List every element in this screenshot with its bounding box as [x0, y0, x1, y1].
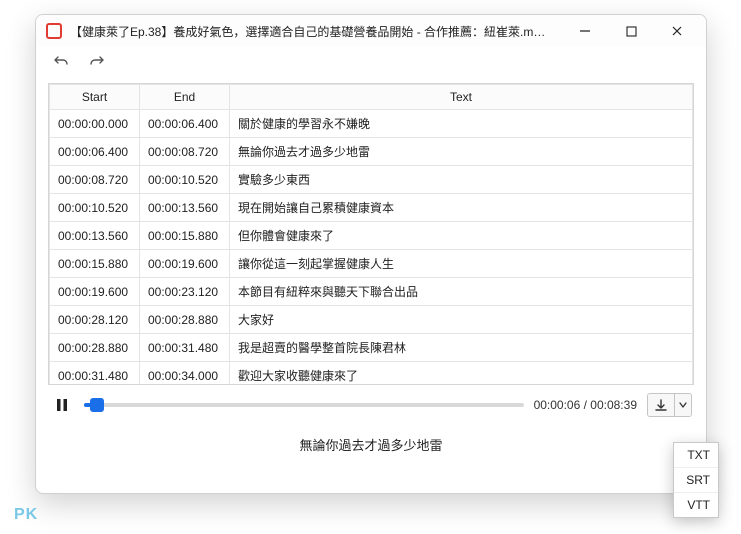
- export-button-group: [647, 393, 692, 417]
- transcript-table: Start End Text 00:00:00.00000:00:06.400關…: [49, 84, 693, 384]
- pause-icon: [56, 398, 68, 412]
- table-header-row: Start End Text: [50, 85, 693, 110]
- cell-text[interactable]: 我是超賣的醫學整首院長陳君林: [230, 334, 693, 362]
- export-dropdown-toggle[interactable]: [674, 394, 691, 416]
- close-button[interactable]: [658, 17, 696, 45]
- table-row[interactable]: 00:00:08.72000:00:10.520實驗多少東西: [50, 166, 693, 194]
- watermark-text: PK: [14, 506, 38, 524]
- transcript-scroll[interactable]: Start End Text 00:00:00.00000:00:06.400關…: [49, 84, 693, 384]
- cell-text[interactable]: 無論你過去才過多少地雷: [230, 138, 693, 166]
- export-format-menu: TXT SRT VTT: [673, 442, 719, 518]
- table-row[interactable]: 00:00:28.88000:00:31.480我是超賣的醫學整首院長陳君林: [50, 334, 693, 362]
- table-row[interactable]: 00:00:00.00000:00:06.400關於健康的學習永不嫌晚: [50, 110, 693, 138]
- minimize-icon: [579, 25, 591, 37]
- cell-end[interactable]: 00:00:34.000: [140, 362, 230, 385]
- column-header-start[interactable]: Start: [50, 85, 140, 110]
- cell-text[interactable]: 現在開始讓自己累積健康資本: [230, 194, 693, 222]
- seek-thumb[interactable]: [90, 398, 104, 412]
- cell-end[interactable]: 00:00:19.600: [140, 250, 230, 278]
- player-bar: 00:00:06 / 00:08:39: [48, 385, 694, 425]
- cell-text[interactable]: 讓你從這一刻起掌握健康人生: [230, 250, 693, 278]
- download-icon: [654, 398, 668, 412]
- cell-end[interactable]: 00:00:13.560: [140, 194, 230, 222]
- table-row[interactable]: 00:00:31.48000:00:34.000歡迎大家收聽健康來了: [50, 362, 693, 385]
- window-controls: [546, 17, 696, 45]
- column-header-end[interactable]: End: [140, 85, 230, 110]
- chevron-down-icon: [679, 401, 687, 409]
- cell-end[interactable]: 00:00:10.520: [140, 166, 230, 194]
- cell-text[interactable]: 關於健康的學習永不嫌晚: [230, 110, 693, 138]
- cell-start[interactable]: 00:00:13.560: [50, 222, 140, 250]
- cell-end[interactable]: 00:00:08.720: [140, 138, 230, 166]
- column-header-text[interactable]: Text: [230, 85, 693, 110]
- undo-icon: [53, 54, 69, 70]
- maximize-button[interactable]: [612, 17, 650, 45]
- cell-start[interactable]: 00:00:15.880: [50, 250, 140, 278]
- cell-text[interactable]: 本節目有紐粹來與聽天下聯合出品: [230, 278, 693, 306]
- redo-button[interactable]: [86, 51, 108, 73]
- export-option-vtt[interactable]: VTT: [674, 492, 718, 517]
- maximize-icon: [626, 26, 637, 37]
- cell-end[interactable]: 00:00:28.880: [140, 306, 230, 334]
- cell-start[interactable]: 00:00:28.880: [50, 334, 140, 362]
- redo-icon: [89, 54, 105, 70]
- cell-start[interactable]: 00:00:31.480: [50, 362, 140, 385]
- cell-end[interactable]: 00:00:31.480: [140, 334, 230, 362]
- title-bar: 【健康萊了Ep.38】養成好氣色，選擇適合自己的基礎營養品開始 - 合作推薦：紐…: [36, 15, 706, 47]
- cell-start[interactable]: 00:00:19.600: [50, 278, 140, 306]
- seek-track[interactable]: [84, 403, 524, 407]
- app-icon: [46, 23, 62, 39]
- export-option-srt[interactable]: SRT: [674, 467, 718, 492]
- toolbar: [36, 47, 706, 77]
- export-button[interactable]: [648, 394, 674, 416]
- app-window: 【健康萊了Ep.38】養成好氣色，選擇適合自己的基礎營養品開始 - 合作推薦：紐…: [35, 14, 707, 494]
- cell-text[interactable]: 大家好: [230, 306, 693, 334]
- window-title: 【健康萊了Ep.38】養成好氣色，選擇適合自己的基礎營養品開始 - 合作推薦：紐…: [70, 23, 546, 40]
- content-area: Start End Text 00:00:00.00000:00:06.400關…: [36, 77, 706, 493]
- cell-text[interactable]: 但你體會健康來了: [230, 222, 693, 250]
- current-caption-text: 無論你過去才過多少地雷: [48, 425, 694, 468]
- cell-start[interactable]: 00:00:08.720: [50, 166, 140, 194]
- transcript-table-container: Start End Text 00:00:00.00000:00:06.400關…: [48, 83, 694, 385]
- undo-button[interactable]: [50, 51, 72, 73]
- cell-end[interactable]: 00:00:06.400: [140, 110, 230, 138]
- table-row[interactable]: 00:00:28.12000:00:28.880大家好: [50, 306, 693, 334]
- table-row[interactable]: 00:00:06.40000:00:08.720無論你過去才過多少地雷: [50, 138, 693, 166]
- table-row[interactable]: 00:00:19.60000:00:23.120本節目有紐粹來與聽天下聯合出品: [50, 278, 693, 306]
- table-row[interactable]: 00:00:13.56000:00:15.880但你體會健康來了: [50, 222, 693, 250]
- cell-start[interactable]: 00:00:28.120: [50, 306, 140, 334]
- cell-text[interactable]: 實驗多少東西: [230, 166, 693, 194]
- table-row[interactable]: 00:00:10.52000:00:13.560現在開始讓自己累積健康資本: [50, 194, 693, 222]
- cell-end[interactable]: 00:00:23.120: [140, 278, 230, 306]
- cell-start[interactable]: 00:00:06.400: [50, 138, 140, 166]
- cell-end[interactable]: 00:00:15.880: [140, 222, 230, 250]
- cell-text[interactable]: 歡迎大家收聽健康來了: [230, 362, 693, 385]
- cell-start[interactable]: 00:00:00.000: [50, 110, 140, 138]
- export-option-txt[interactable]: TXT: [674, 443, 718, 467]
- cell-start[interactable]: 00:00:10.520: [50, 194, 140, 222]
- pause-button[interactable]: [50, 393, 74, 417]
- minimize-button[interactable]: [566, 17, 604, 45]
- close-icon: [671, 25, 683, 37]
- time-display: 00:00:06 / 00:08:39: [534, 398, 637, 412]
- table-row[interactable]: 00:00:15.88000:00:19.600讓你從這一刻起掌握健康人生: [50, 250, 693, 278]
